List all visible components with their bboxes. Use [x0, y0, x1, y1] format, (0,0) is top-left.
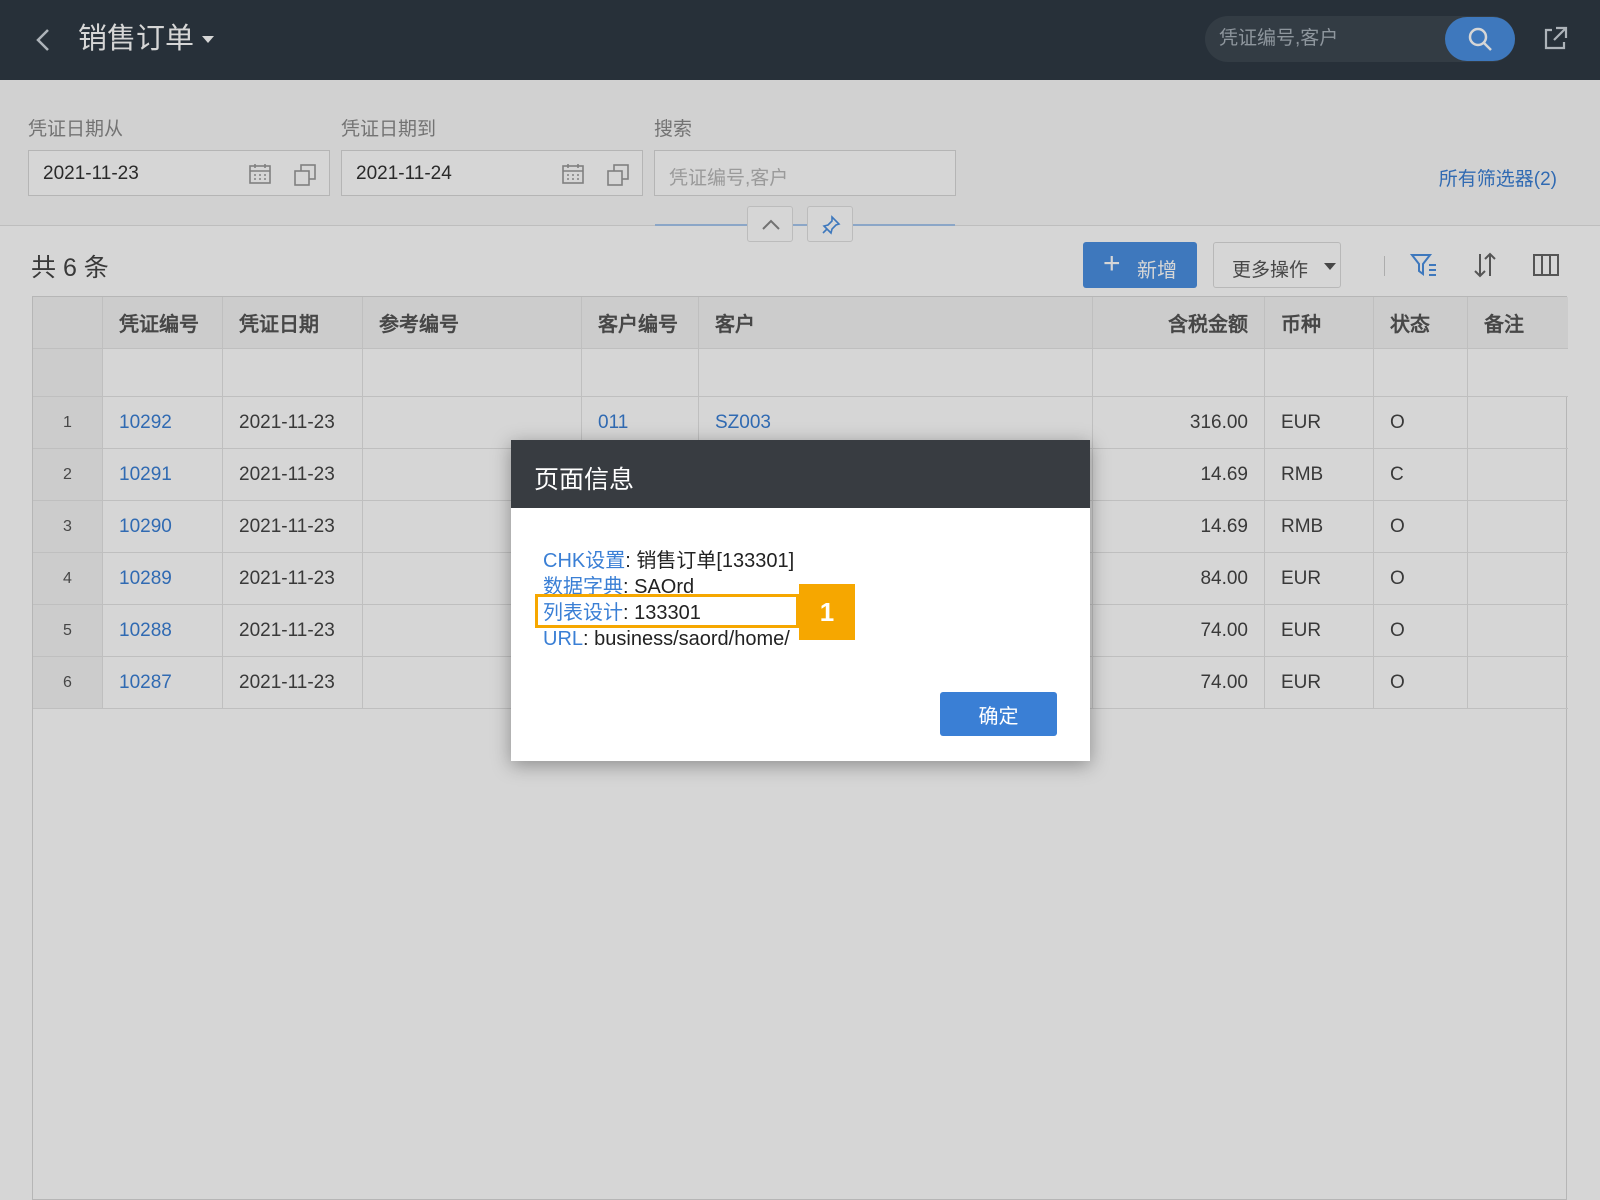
url-label[interactable]: URL — [543, 628, 583, 650]
url-value: business/saord/home/ — [594, 628, 790, 650]
info-line-url: URL: business/saord/home/ — [543, 628, 790, 650]
callout-badge: 1 — [799, 584, 855, 640]
dialog-header: 页面信息 — [511, 440, 1090, 508]
info-line-chk: CHK设置: 销售订单[133301] — [543, 550, 795, 572]
dialog-title: 页面信息 — [534, 466, 635, 494]
chk-settings-link[interactable]: CHK设置 — [543, 550, 625, 572]
confirm-button[interactable]: 确定 — [940, 692, 1057, 736]
chk-settings-value: 销售订单[133301] — [636, 550, 795, 572]
highlight-box — [535, 594, 799, 628]
